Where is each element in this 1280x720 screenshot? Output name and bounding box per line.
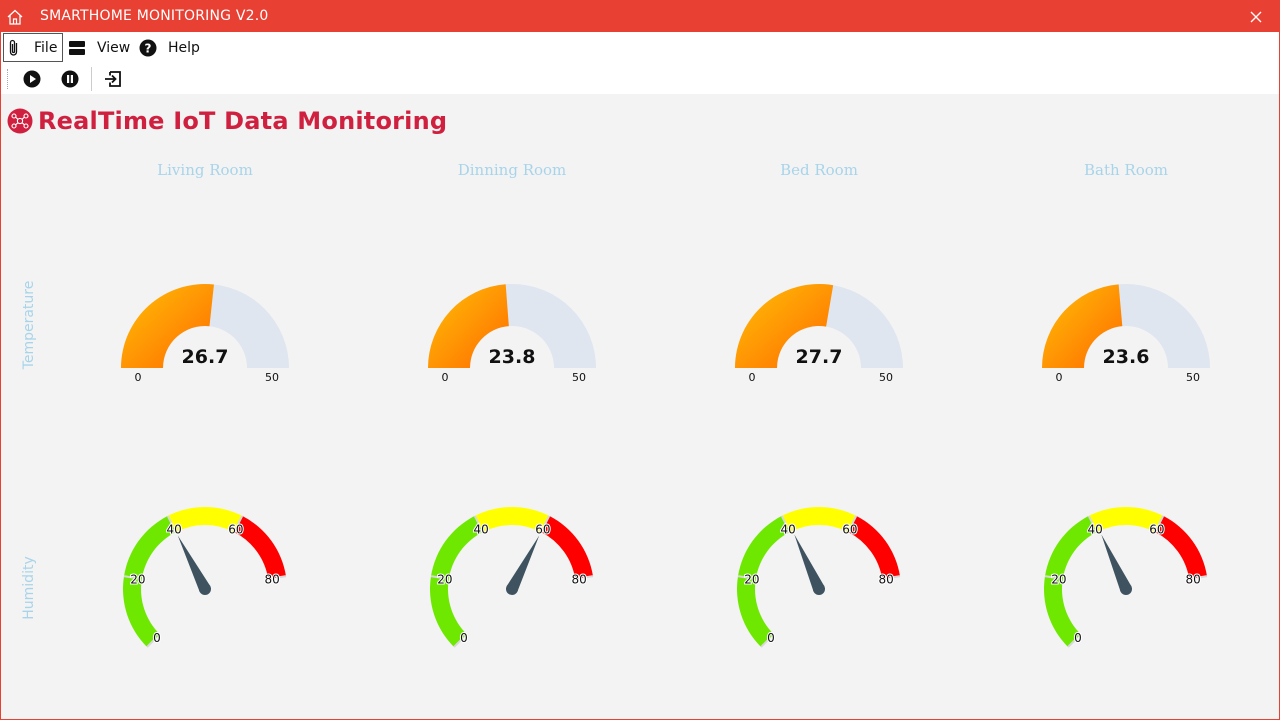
temperature-value-label: 26.7: [182, 346, 229, 368]
temperature-min-label: 0: [749, 371, 756, 384]
humidity-tick-label: 60: [535, 522, 550, 536]
temperature-max-label: 50: [879, 371, 893, 384]
help-icon: ?: [138, 38, 158, 58]
pause-button[interactable]: [59, 68, 81, 90]
humidity-tick-label: 40: [1087, 522, 1102, 536]
humidity-needle: [794, 534, 825, 592]
room-title-dinning: Dinning Room: [457, 161, 567, 179]
humidity-tick-label: 60: [228, 522, 243, 536]
humidity-tick-label: 60: [1149, 522, 1164, 536]
play-button[interactable]: [21, 68, 43, 90]
temperature-gauge-living: 26.7 0 50: [121, 284, 289, 384]
toolbar-grip[interactable]: [7, 69, 10, 89]
temperature-gauge-dinning: 23.8 0 50: [428, 284, 596, 384]
window-title: SMARTHOME MONITORING V2.0: [40, 8, 269, 24]
temperature-value-label: 27.7: [796, 346, 843, 368]
humidity-needle-hub: [199, 583, 211, 595]
temperature-max-label: 50: [572, 371, 586, 384]
menu-file[interactable]: File: [3, 33, 63, 62]
page-title: RealTime IoT Data Monitoring: [38, 107, 448, 135]
humidity-needle: [1101, 534, 1132, 592]
humidity-tick-label: 80: [1186, 572, 1201, 586]
play-icon: [23, 70, 41, 88]
temperature-min-label: 0: [135, 371, 142, 384]
humidity-tick-label: 80: [265, 572, 280, 586]
humidity-tick-label: 20: [1051, 572, 1066, 586]
temperature-min-label: 0: [442, 371, 449, 384]
close-icon[interactable]: [1247, 8, 1265, 26]
paperclip-icon: [4, 38, 24, 58]
humidity-needle-hub: [1120, 583, 1132, 595]
humidity-gauge-dinning: 0 20 40 60 80: [430, 507, 594, 648]
iot-logo-icon: [7, 108, 33, 134]
humidity-gauge-bath: 0 20 40 60 80: [1044, 507, 1208, 648]
home-icon[interactable]: [6, 8, 24, 26]
view-icon: [67, 38, 87, 58]
menu-bar: File View ? Help: [1, 32, 1279, 63]
page-heading: RealTime IoT Data Monitoring: [7, 107, 447, 135]
humidity-tick-label: 0: [153, 631, 161, 645]
menu-help[interactable]: ? Help: [138, 33, 204, 62]
temperature-max-label: 50: [1186, 371, 1200, 384]
exit-icon: [105, 71, 121, 87]
temperature-value-label: 23.6: [1103, 346, 1150, 368]
humidity-tick-label: 0: [767, 631, 775, 645]
room-title-bath: Bath Room: [1083, 161, 1168, 179]
temperature-gauge-bed: 27.7 0 50: [735, 284, 903, 384]
humidity-tick-label: 20: [437, 572, 452, 586]
pause-icon: [61, 70, 79, 88]
humidity-row-label: Humidity: [21, 556, 37, 620]
humidity-tick-label: 0: [460, 631, 468, 645]
humidity-needle-hub: [506, 583, 518, 595]
app-window: SMARTHOME MONITORING V2.0 File View ? He…: [0, 0, 1280, 720]
humidity-tick-label: 80: [879, 572, 894, 586]
humidity-needle-hub: [813, 583, 825, 595]
exit-button[interactable]: [102, 68, 124, 90]
menu-help-label: Help: [168, 39, 200, 56]
room-title-living: Living Room: [157, 161, 253, 179]
humidity-tick-label: 40: [473, 522, 488, 536]
humidity-tick-label: 40: [780, 522, 795, 536]
humidity-tick-label: 60: [842, 522, 857, 536]
menu-file-label: File: [34, 39, 58, 56]
temperature-row-label: Temperature: [21, 280, 37, 370]
humidity-gauge-bed: 0 20 40 60 80: [737, 507, 901, 648]
humidity-tick-label: 0: [1074, 631, 1082, 645]
title-bar: SMARTHOME MONITORING V2.0: [1, 1, 1279, 32]
temperature-max-label: 50: [265, 371, 279, 384]
menu-view-label: View: [97, 39, 131, 56]
humidity-tick-label: 20: [130, 572, 145, 586]
humidity-gauge-living: 0 20 40 60 80: [122, 507, 287, 648]
temperature-gauge-bath: 23.6 0 50: [1042, 284, 1210, 384]
humidity-tick-label: 40: [166, 522, 181, 536]
svg-text:?: ?: [145, 41, 152, 55]
temperature-value-label: 23.8: [489, 346, 536, 368]
toolbar-separator: [91, 67, 92, 91]
humidity-tick-label: 20: [744, 572, 759, 586]
menu-view[interactable]: View: [67, 33, 133, 62]
humidity-tick-label: 80: [572, 572, 587, 586]
temperature-min-label: 0: [1056, 371, 1063, 384]
toolbar: [1, 63, 1279, 94]
room-title-bed: Bed Room: [780, 161, 858, 179]
